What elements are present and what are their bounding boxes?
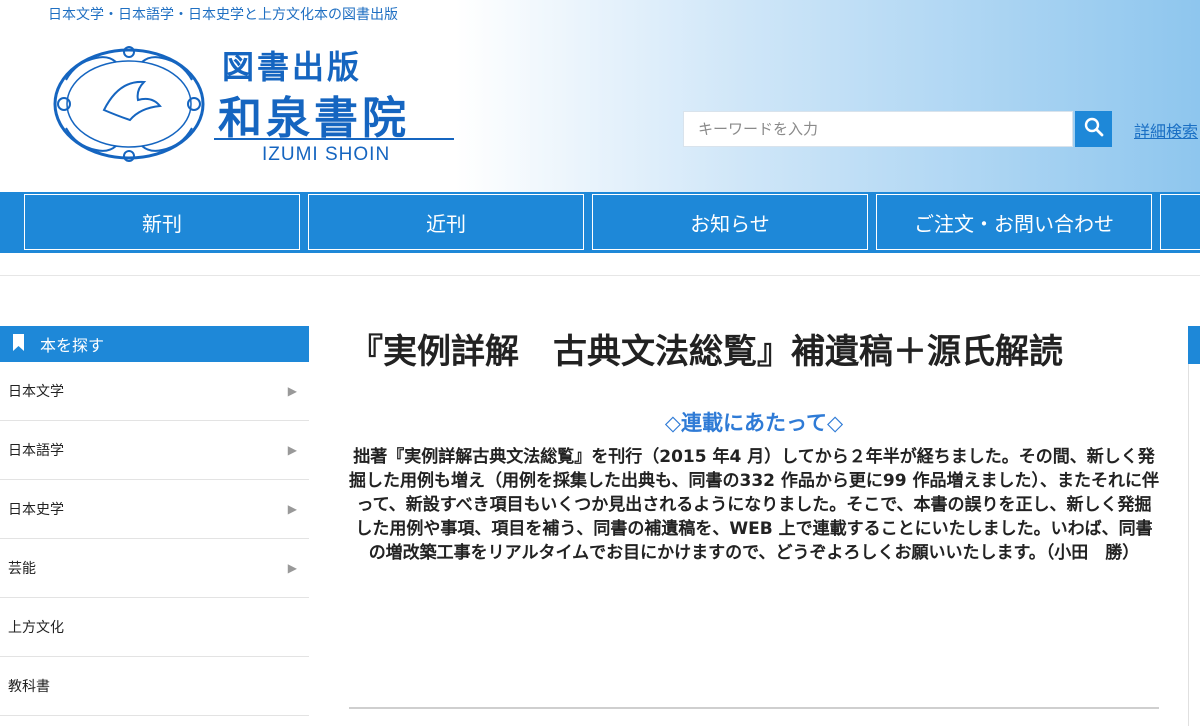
search-button[interactable]	[1075, 111, 1112, 147]
circle-of-hands-dove-logo[interactable]	[44, 40, 214, 168]
search-input[interactable]	[684, 112, 1072, 146]
main-nav: 新刊 近刊 お知らせ ご注文・お問い合わせ	[0, 192, 1200, 253]
nav-item-upcoming[interactable]: 近刊	[308, 194, 584, 250]
sidebar-item-textbooks[interactable]: 教科書	[0, 657, 309, 716]
site-header: 日本文学・日本語学・日本史学と上方文化本の図書出版 図書出版 和泉書院 IZUM…	[0, 0, 1200, 192]
sidebar-item-japanese-linguistics[interactable]: 日本語学 ▶	[0, 421, 309, 480]
nav-spacer	[0, 253, 1200, 276]
sidebar-item-japanese-history[interactable]: 日本史学 ▶	[0, 480, 309, 539]
sidebar-item-label: 教科書	[8, 679, 50, 695]
sidebar-heading-label: 本を探す	[40, 336, 105, 355]
search-box	[683, 111, 1073, 147]
chevron-right-icon: ▶	[287, 502, 297, 516]
chevron-right-icon: ▶	[287, 561, 297, 575]
page-title: 『実例詳解 古典文法総覧』補遺稿＋源氏解読	[349, 332, 1063, 372]
logo-title[interactable]: 和泉書院	[218, 82, 410, 146]
sidebar: 本を探す 日本文学 ▶ 日本語学 ▶ 日本史学 ▶ 芸能 ▶ 上方文化 教科書	[0, 326, 309, 716]
site-tagline: 日本文学・日本語学・日本史学と上方文化本の図書出版	[48, 7, 398, 23]
sidebar-item-performing-arts[interactable]: 芸能 ▶	[0, 539, 309, 598]
article-body: 拙著『実例詳解古典文法総覧』を刊行（2015 年4 月）してから２年半が経ちまし…	[349, 447, 1159, 563]
chevron-right-icon: ▶	[287, 384, 297, 398]
nav-item-orders-contact[interactable]: ご注文・お問い合わせ	[876, 194, 1152, 250]
sidebar-item-japanese-literature[interactable]: 日本文学 ▶	[0, 362, 309, 421]
content-divider	[349, 707, 1159, 709]
sidebar-item-label: 日本語学	[8, 443, 64, 459]
nav-item-more[interactable]	[1160, 194, 1200, 250]
sidebar-item-label: 日本史学	[8, 502, 64, 518]
bookmark-icon	[13, 333, 24, 355]
search-icon	[1084, 117, 1104, 141]
main-content: 『実例詳解 古典文法総覧』補遺稿＋源氏解読 ◇連載にあたって◇ 拙著『実例詳解古…	[349, 330, 1159, 565]
right-sidebar-border	[1188, 364, 1189, 726]
section-heading: ◇連載にあたって◇	[664, 411, 844, 435]
right-sidebar-heading	[1188, 326, 1200, 364]
sidebar-item-kamigata-culture[interactable]: 上方文化	[0, 598, 309, 657]
nav-item-news[interactable]: お知らせ	[592, 194, 868, 250]
advanced-search-link[interactable]: 詳細検索	[1134, 118, 1198, 142]
sidebar-item-label: 日本文学	[8, 384, 64, 400]
sidebar-item-label: 芸能	[8, 561, 36, 577]
logo-english-name: IZUMI SHOIN	[262, 144, 391, 165]
logo-divider	[214, 138, 454, 140]
sidebar-heading: 本を探す	[0, 326, 309, 362]
sidebar-item-label: 上方文化	[8, 620, 64, 636]
nav-item-new-releases[interactable]: 新刊	[24, 194, 300, 250]
chevron-right-icon: ▶	[287, 443, 297, 457]
